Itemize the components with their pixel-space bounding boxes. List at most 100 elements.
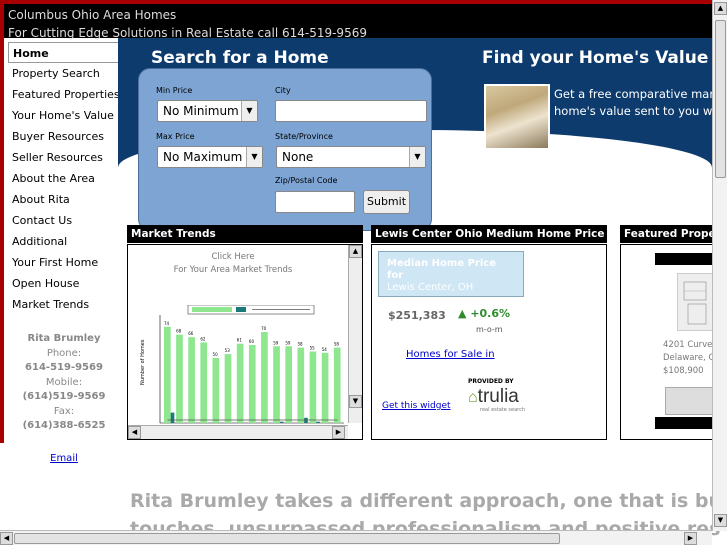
state-select[interactable]: None ▼: [276, 146, 426, 168]
nav-item-property-search[interactable]: Property Search: [8, 63, 118, 84]
bar-series2-13: [316, 421, 320, 423]
price-change-value: +0.6%: [470, 307, 511, 320]
arrow-up-icon: ▲: [458, 307, 467, 320]
bar-label-14: 54: [322, 347, 328, 352]
bar-series1-3: [188, 337, 195, 423]
photo-frame-bottom: [655, 417, 712, 429]
scroll-right-icon[interactable]: ▶: [332, 426, 345, 439]
bar-label-2: 68: [176, 329, 182, 334]
bar-label-10: 59: [273, 340, 279, 345]
featured-price: $108,900: [663, 366, 704, 376]
agent-fax: (614)388-6525: [22, 420, 106, 431]
scroll-left-icon[interactable]: ◀: [0, 532, 13, 545]
email-link[interactable]: Email: [50, 452, 78, 467]
nav-item-market-trends[interactable]: Market Trends: [8, 294, 118, 315]
max-price-label: Max Price: [156, 132, 195, 141]
page: Columbus Ohio Area Homes For Cutting Edg…: [0, 0, 727, 545]
bar-series1-8: [248, 345, 256, 423]
bar-series1-14: [321, 352, 329, 423]
bar-label-11: 59: [285, 340, 291, 345]
page-horizontal-scrollbar[interactable]: ◀ ▶: [0, 530, 712, 545]
bar-series1-6: [224, 354, 232, 423]
max-price-select[interactable]: No Maximum ▼: [157, 146, 263, 168]
nav-item-about-rita[interactable]: About Rita: [8, 189, 118, 210]
city-label: City: [275, 86, 291, 95]
nav-item-additional[interactable]: Additional: [8, 231, 118, 252]
city-input[interactable]: [275, 100, 427, 122]
search-home-title: Search for a Home: [151, 48, 329, 68]
trulia-tagline: real estate search: [480, 407, 526, 413]
bar-series1-12: [297, 347, 305, 423]
home-value-photo[interactable]: [484, 84, 550, 150]
nav-item-contact-us[interactable]: Contact Us: [8, 210, 118, 231]
nav-item-seller-resources[interactable]: Seller Resources: [8, 147, 118, 168]
nav-item-featured-properties[interactable]: Featured Properties: [8, 84, 120, 105]
featured-address: 4201 Curve Delaware, C $108,900: [663, 339, 712, 378]
home-value-title[interactable]: Find your Home's Value: [482, 48, 708, 68]
market-trends-link[interactable]: Click Here For Your Area Market Trends: [128, 251, 338, 277]
page-vertical-thumb[interactable]: [715, 20, 726, 178]
median-price-heading: Median Home Price for: [387, 258, 496, 281]
chevron-down-icon: ▼: [241, 101, 257, 121]
nav-item-buyer-resources[interactable]: Buyer Resources: [8, 126, 118, 147]
property-photo[interactable]: [665, 387, 712, 415]
nav-item-home-value[interactable]: Your Home's Value: [8, 105, 118, 126]
trulia-widget: Median Home Price for Lewis Center, OH $…: [371, 244, 607, 440]
nav-item-open-house[interactable]: Open House: [8, 273, 118, 294]
bar-series1-13: [309, 351, 317, 423]
home-value-text-line1: Get a free comparative mar: [554, 87, 715, 101]
page-horizontal-thumb[interactable]: [14, 533, 560, 544]
y-axis-label: Number of Homes: [140, 339, 146, 385]
get-widget-link[interactable]: Get this widget: [382, 401, 451, 411]
min-price-select[interactable]: No Minimum ▼: [157, 100, 258, 122]
nav-item-about-area[interactable]: About the Area: [8, 168, 118, 189]
bar-series1-4: [200, 342, 208, 423]
market-trends-widget: Click Here For Your Area Market Trends N…: [127, 244, 363, 440]
zip-label: Zip/Postal Code: [275, 176, 338, 185]
bar-label-8: 60: [249, 339, 255, 344]
price-change: ▲ +0.6%: [458, 307, 510, 320]
trulia-logo[interactable]: ⌂trulia: [468, 386, 519, 408]
agent-mobile: (614)519-9569: [22, 391, 106, 402]
scroll-down-icon[interactable]: ▼: [349, 395, 362, 408]
agent-name: Rita Brumley: [27, 333, 101, 344]
zip-input[interactable]: [275, 191, 355, 213]
mobile-label: Mobile:: [45, 376, 83, 388]
scroll-up-icon[interactable]: ▲: [349, 245, 362, 258]
fax-label: Fax:: [53, 405, 75, 417]
photo-frame-top: [655, 253, 712, 265]
trends-horizontal-scrollbar[interactable]: ◀ ▶: [128, 425, 348, 439]
min-price-label: Min Price: [156, 86, 193, 95]
bar-label-6: 53: [225, 348, 231, 353]
legend-swatch-2: [236, 307, 246, 312]
bar-label-9: 70: [261, 326, 267, 331]
intro-text-line1: Rita Brumley takes a different approach,…: [130, 490, 727, 512]
bar-series2-10: [279, 421, 284, 423]
median-price-value: $251,383: [388, 309, 446, 322]
bar-series1-11: [285, 346, 293, 423]
home-value-text: Get a free comparative mar home's value …: [554, 86, 724, 120]
property-floorplan-image[interactable]: [677, 273, 712, 331]
scroll-up-icon[interactable]: ▲: [714, 2, 727, 15]
featured-property-widget: 4201 Curve Delaware, C $108,900: [620, 244, 712, 440]
scroll-right-icon[interactable]: ▶: [684, 532, 697, 545]
trends-vertical-scrollbar[interactable]: ▲ ▼: [348, 245, 362, 423]
bar-label-1: 74: [164, 321, 170, 326]
trulia-header: Median Home Price for Lewis Center, OH: [378, 251, 524, 297]
phone-label: Phone:: [46, 347, 82, 359]
submit-button[interactable]: Submit: [363, 190, 410, 214]
nav-item-first-home[interactable]: Your First Home: [8, 252, 118, 273]
scroll-down-icon[interactable]: ▼: [714, 514, 727, 527]
bar-series1-7: [236, 343, 244, 423]
state-label: State/Province: [275, 132, 333, 141]
agent-contact: Rita Brumley Phone: 614-519-9569 Mobile:…: [8, 332, 120, 466]
left-accent-bar: [0, 38, 4, 443]
trulia-city: Lewis Center, OH: [387, 282, 474, 293]
homes-for-sale-link[interactable]: Homes for Sale in: [406, 349, 495, 360]
house-pin-icon: ⌂: [468, 389, 478, 406]
nav-item-home[interactable]: Home: [8, 42, 118, 63]
bar-series1-1: [164, 326, 171, 423]
featured-property-title: Featured Propert: [620, 225, 712, 243]
page-vertical-scrollbar[interactable]: ▲ ▼: [712, 0, 727, 531]
scroll-left-icon[interactable]: ◀: [128, 426, 141, 439]
